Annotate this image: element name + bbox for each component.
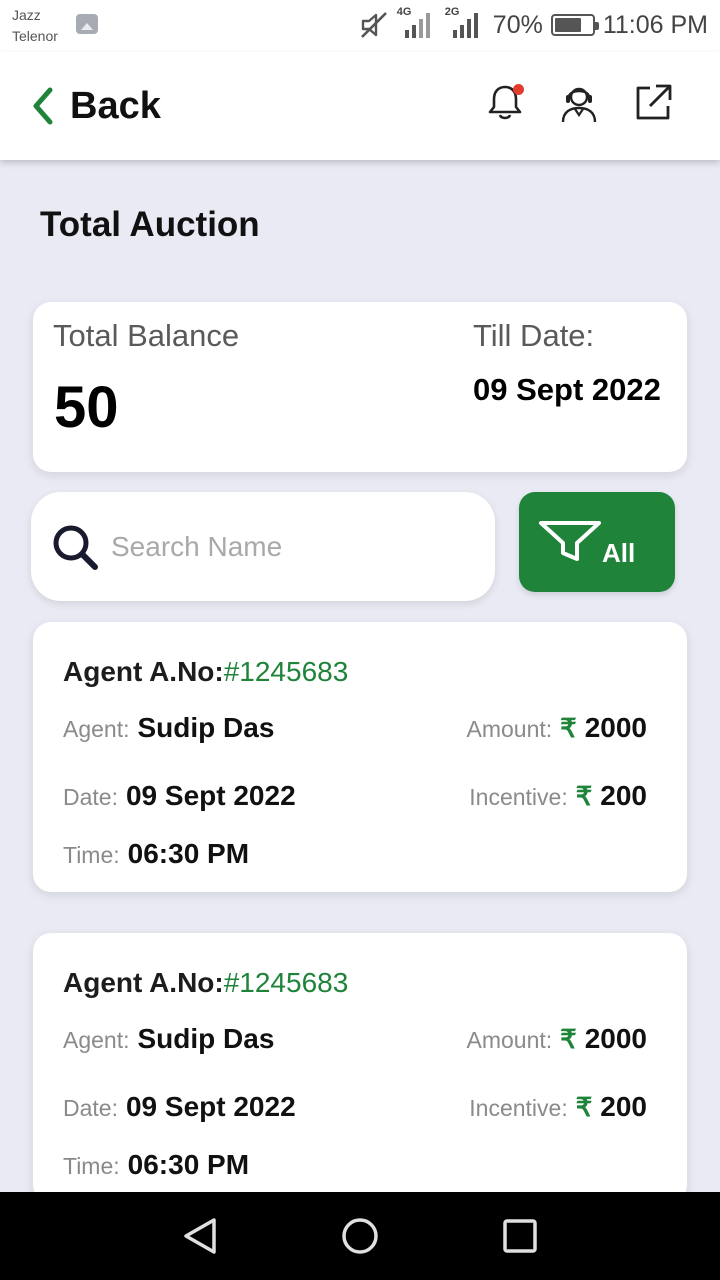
battery-icon <box>550 14 599 36</box>
auction-card[interactable]: Agent A.No:#1245683 Agent: Sudip Das Amo… <box>33 622 687 892</box>
back-label: Back <box>70 84 161 127</box>
date-row: Date: 09 Sept 2022 <box>63 1091 296 1123</box>
signal-2g-icon: 2G <box>445 6 485 40</box>
agent-number-label: Agent A.No: <box>63 656 224 687</box>
support-button[interactable] <box>558 82 600 124</box>
incentive-value: 200 <box>600 780 647 811</box>
date-label: Date: <box>63 784 118 810</box>
agent-name: Sudip Das <box>137 712 275 743</box>
triangle-back-icon <box>184 1218 216 1254</box>
nav-recents-button[interactable] <box>498 1214 542 1258</box>
agent-row: Agent: Sudip Das <box>63 712 274 744</box>
nav-back-button[interactable] <box>178 1214 222 1258</box>
carrier-name-2: Telenor <box>12 28 58 44</box>
carrier-name-1: Jazz <box>12 7 41 23</box>
incentive-value: 200 <box>600 1091 647 1122</box>
signal-4g-icon: 4G <box>397 6 437 40</box>
till-date-value: 09 Sept 2022 <box>473 372 661 407</box>
mute-icon <box>360 12 387 38</box>
status-indicators: 4G 2G 70% 11:06 PM <box>359 6 708 42</box>
filter-button[interactable]: All <box>519 492 675 592</box>
carrier-names: Jazz Telenor <box>12 5 58 47</box>
agent-row: Agent: Sudip Das <box>63 1023 274 1055</box>
date-label: Date: <box>63 1095 118 1121</box>
amount-row: Amount: ₹ 2000 <box>467 1023 648 1055</box>
incentive-label: Incentive: <box>469 784 568 810</box>
share-button[interactable] <box>632 82 674 124</box>
amount-row: Amount: ₹ 2000 <box>467 712 648 744</box>
total-balance-label: Total Balance <box>53 318 240 353</box>
agent-number-value: #1245683 <box>223 967 349 998</box>
agent-number-heading: Agent A.No:#1245683 <box>63 656 348 688</box>
till-date-label: Till Date: <box>473 318 595 353</box>
circle-home-icon <box>342 1218 378 1254</box>
date-value: 09 Sept 2022 <box>125 780 296 811</box>
agent-label: Agent: <box>63 716 130 742</box>
currency-icon: ₹ <box>575 781 593 811</box>
time-row: Time: 06:30 PM <box>63 1149 249 1181</box>
app-header: Back <box>0 52 720 160</box>
header-actions <box>484 82 674 124</box>
incentive-row: Incentive: ₹ 200 <box>469 780 647 812</box>
agent-name: Sudip Das <box>137 1023 275 1054</box>
system-navigation-bar <box>0 1192 720 1280</box>
balance-card: Total Balance 50 Till Date: 09 Sept 2022 <box>33 302 687 472</box>
agent-label: Agent: <box>63 1027 130 1053</box>
agent-number-label: Agent A.No: <box>63 967 224 998</box>
filter-label: All <box>602 538 636 568</box>
notification-dot <box>513 84 524 95</box>
date-value: 09 Sept 2022 <box>125 1091 296 1122</box>
amount-value: 2000 <box>584 712 647 743</box>
back-button[interactable]: Back <box>30 80 161 132</box>
date-row: Date: 09 Sept 2022 <box>63 780 296 812</box>
incentive-row: Incentive: ₹ 200 <box>469 1091 647 1123</box>
time-value: 06:30 PM <box>127 838 250 869</box>
agent-number-value: #1245683 <box>223 656 349 687</box>
time-label: Time: <box>63 842 120 868</box>
battery-percent: 70% <box>492 10 543 39</box>
incentive-label: Incentive: <box>469 1095 568 1121</box>
amount-label: Amount: <box>466 716 553 742</box>
chevron-left-icon <box>33 87 53 125</box>
time-label: Time: <box>63 1153 120 1179</box>
amount-label: Amount: <box>466 1027 553 1053</box>
clock: 11:06 PM <box>602 10 708 39</box>
amount-value: 2000 <box>584 1023 647 1054</box>
search-icon <box>53 525 98 570</box>
currency-icon: ₹ <box>575 1092 593 1122</box>
search-bar[interactable] <box>31 492 495 601</box>
time-value: 06:30 PM <box>127 1149 250 1180</box>
agent-number-heading: Agent A.No:#1245683 <box>63 967 348 999</box>
auction-card[interactable]: Agent A.No:#1245683 Agent: Sudip Das Amo… <box>33 933 687 1203</box>
total-balance-value: 50 <box>54 375 119 440</box>
nav-home-button[interactable] <box>338 1214 382 1258</box>
page-title: Total Auction <box>40 205 260 244</box>
currency-icon: ₹ <box>560 713 577 743</box>
time-row: Time: 06:30 PM <box>63 838 249 870</box>
notification-button[interactable] <box>484 82 526 124</box>
status-bar: Jazz Telenor 4G 2G 70% 11:06 PM <box>0 0 720 52</box>
currency-icon: ₹ <box>560 1024 577 1054</box>
square-recents-icon <box>503 1219 537 1253</box>
filter-funnel-icon <box>539 521 601 561</box>
external-link-icon <box>636 84 672 120</box>
support-agent-icon <box>561 87 597 123</box>
search-input[interactable] <box>111 530 451 563</box>
gallery-notification-icon <box>76 14 98 34</box>
